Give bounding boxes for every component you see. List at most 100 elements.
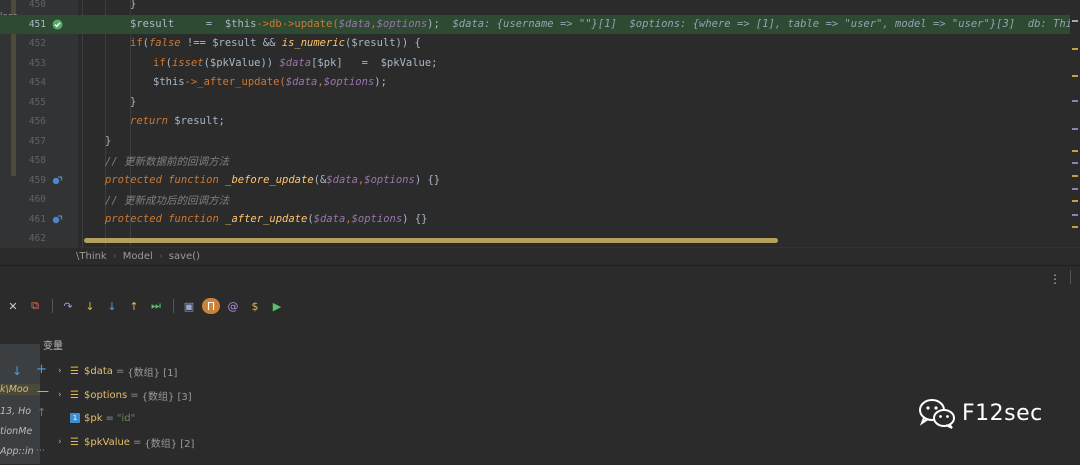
step-out-icon[interactable]: ↑ bbox=[125, 298, 143, 314]
code-line: 454 $this->_after_update($data,$options)… bbox=[0, 73, 1080, 93]
variable-value: {数组} [2] bbox=[144, 438, 195, 450]
inline-debug-values: $data: {username => ""}[1] $options: {wh… bbox=[452, 17, 1080, 30]
code-text: } bbox=[130, 0, 137, 10]
variable-name: $options bbox=[84, 389, 128, 401]
error-stripe[interactable] bbox=[1070, 0, 1080, 247]
watch-icon[interactable]: @ bbox=[224, 298, 242, 314]
code-text: if(false !== $result && is_numeric($resu… bbox=[130, 37, 421, 49]
line-number: 462 bbox=[28, 233, 46, 244]
stack-frame[interactable]: tionMe bbox=[0, 426, 40, 437]
divider bbox=[1070, 270, 1071, 284]
line-number: 457 bbox=[28, 135, 46, 147]
override-marker-icon[interactable] bbox=[52, 175, 63, 186]
divider bbox=[52, 299, 53, 313]
stack-frame[interactable]: 13, Ho bbox=[0, 406, 40, 417]
stack-frame[interactable]: App::in bbox=[0, 446, 40, 457]
debug-toolbar: ✕ ⧉ ↷ ↓ ↓ ↑ ⏭ ▣ Π @ $ ▶ bbox=[4, 297, 290, 315]
code-editor[interactable]: lass 450 } 451 $result = $this->db->upda… bbox=[0, 0, 1080, 247]
code-line: 459 protected function _before_update(&$… bbox=[0, 171, 1080, 191]
breadcrumb-item[interactable]: Model bbox=[123, 251, 153, 262]
code-line: 461 protected function _after_update($da… bbox=[0, 210, 1080, 230]
run-to-cursor-icon[interactable]: ⏭ bbox=[147, 298, 165, 314]
breadcrumb-item[interactable]: save() bbox=[169, 251, 200, 262]
breadcrumb: \Think › Model › save() bbox=[0, 247, 1080, 265]
variable-value: {数组} [1] bbox=[127, 367, 178, 379]
line-number: 460 bbox=[28, 194, 46, 205]
breadcrumb-item[interactable]: \Think bbox=[76, 251, 107, 262]
more-icon[interactable]: ⋯ bbox=[36, 446, 45, 456]
watermark-text: F12sec bbox=[962, 400, 1043, 426]
code-text: protected function _before_update(&$data… bbox=[105, 173, 441, 186]
remove-watch-icon[interactable]: — bbox=[37, 384, 49, 398]
variable-row[interactable]: › ☰ $pkValue = {数组} [2] bbox=[58, 433, 194, 451]
debug-panel: ⋮ ✕ ⧉ ↷ ↓ ↓ ↑ ⏭ ▣ Π @ $ ▶ 变量 k\Moo 13, H… bbox=[0, 265, 1080, 465]
expand-chevron-icon[interactable]: › bbox=[58, 390, 70, 400]
code-line: 455 } bbox=[0, 93, 1080, 113]
current-execution-line: 451 $result = $this->db->update($data,$o… bbox=[0, 14, 1080, 34]
code-text: protected function _after_update($data,$… bbox=[105, 212, 428, 225]
expand-chevron-icon[interactable]: › bbox=[58, 437, 70, 447]
variable-row[interactable]: › ☰ $options = {数组} [3] bbox=[58, 386, 192, 404]
array-icon: ☰ bbox=[70, 365, 79, 377]
move-up-icon[interactable]: ↑ bbox=[37, 406, 46, 419]
line-number: 452 bbox=[28, 38, 46, 49]
override-marker-icon[interactable] bbox=[52, 214, 63, 225]
code-line: 460 // 更新成功后的回调方法 bbox=[0, 190, 1080, 210]
evaluate-icon[interactable]: Π bbox=[202, 298, 220, 314]
step-over-icon[interactable]: ↷ bbox=[59, 298, 77, 314]
mute-breakpoints-icon[interactable]: ⧉ bbox=[26, 298, 44, 314]
wechat-icon bbox=[919, 399, 955, 429]
code-comment: // 更新成功后的回调方法 bbox=[105, 195, 229, 207]
variable-value: "id" bbox=[116, 412, 136, 424]
code-text: $this->_after_update($data,$options); bbox=[153, 76, 387, 88]
breadcrumb-separator: › bbox=[112, 251, 117, 262]
frames-panel: k\Moo 13, Ho tionMe App::in bbox=[0, 344, 40, 464]
breakpoint-check-icon[interactable] bbox=[52, 19, 63, 30]
code-text: } bbox=[105, 134, 112, 147]
resume-icon[interactable]: ▶ bbox=[268, 298, 286, 314]
horizontal-scrollbar[interactable] bbox=[84, 238, 778, 243]
code-line: 450 } bbox=[0, 0, 1080, 15]
line-number: 461 bbox=[28, 213, 46, 225]
code-text: } bbox=[130, 95, 137, 108]
array-icon: ☰ bbox=[70, 389, 79, 401]
code-line: 452 if(false !== $result && is_numeric($… bbox=[0, 34, 1080, 54]
variable-row[interactable]: › ☰ $data = {数组} [1] bbox=[58, 362, 177, 380]
code-line: 453 if(isset($pkValue)) $data[$pk] = $pk… bbox=[0, 54, 1080, 74]
line-number: 453 bbox=[28, 57, 46, 69]
more-options-icon[interactable]: ⋮ bbox=[1049, 272, 1061, 286]
variable-name: $pkValue bbox=[84, 436, 130, 448]
divider bbox=[173, 299, 174, 313]
arrow-down-icon[interactable]: ↓ bbox=[12, 364, 22, 378]
code-line: 458 // 更新数据前的回调方法 bbox=[0, 151, 1080, 171]
array-icon: ☰ bbox=[70, 436, 79, 448]
step-into-icon[interactable]: ↓ bbox=[81, 298, 99, 314]
code-line: 457 } bbox=[0, 132, 1080, 152]
code-text: return $result; bbox=[130, 115, 225, 127]
close-icon[interactable]: ✕ bbox=[4, 298, 22, 314]
watermark: F12sec bbox=[918, 397, 1043, 429]
code-text: $result = $this->db->update($data,$optio… bbox=[130, 18, 1080, 30]
stack-frame[interactable]: k\Moo bbox=[0, 384, 40, 395]
line-number: 455 bbox=[28, 96, 46, 108]
variable-row[interactable]: 1 $pk = "id" bbox=[70, 409, 135, 427]
line-number: 459 bbox=[28, 174, 46, 186]
code-comment: // 更新数据前的回调方法 bbox=[105, 156, 229, 168]
console-icon[interactable]: ▣ bbox=[180, 298, 198, 314]
line-number: 454 bbox=[28, 77, 46, 88]
variable-value: {数组} [3] bbox=[141, 391, 192, 403]
line-number: 451 bbox=[28, 18, 46, 30]
expand-chevron-icon[interactable]: › bbox=[58, 366, 70, 376]
breadcrumb-separator: › bbox=[158, 251, 163, 262]
add-watch-icon[interactable]: + bbox=[36, 362, 47, 377]
line-number: 458 bbox=[28, 155, 46, 166]
primitive-icon: 1 bbox=[70, 413, 80, 423]
code-line: 456 return $result; bbox=[0, 112, 1080, 132]
line-number: 456 bbox=[28, 116, 46, 127]
variable-name: $pk bbox=[84, 412, 103, 424]
force-step-into-icon[interactable]: ↓ bbox=[103, 298, 121, 314]
dollar-icon[interactable]: $ bbox=[246, 298, 264, 314]
line-number: 450 bbox=[28, 0, 46, 10]
code-text: if(isset($pkValue)) $data[$pk] = $pkValu… bbox=[153, 56, 438, 69]
variables-label: 变量 bbox=[43, 341, 63, 352]
